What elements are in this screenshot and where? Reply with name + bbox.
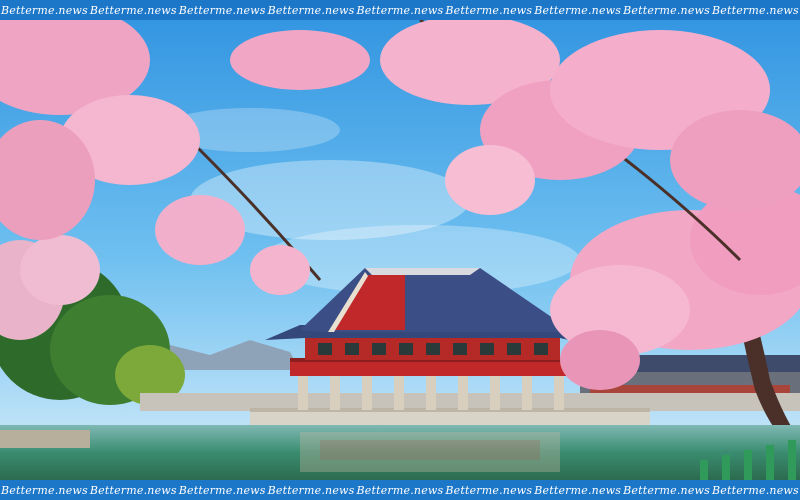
image-frame: Betterme.news Betterme.news Betterme.new… xyxy=(0,0,800,500)
watermark-text: Betterme.news xyxy=(711,3,799,17)
watermark-text: Betterme.news xyxy=(445,3,533,17)
watermark-text: Betterme.news xyxy=(89,483,177,497)
watermark-text: Betterme.news xyxy=(623,3,711,17)
watermark-text: Betterme.news xyxy=(623,483,711,497)
watermark-band-top: Betterme.news Betterme.news Betterme.new… xyxy=(0,0,800,20)
watermark-text: Betterme.news xyxy=(356,483,444,497)
watermark-text: Betterme.news xyxy=(0,483,88,497)
watermark-text: Betterme.news xyxy=(711,483,799,497)
watermark-text: Betterme.news xyxy=(356,3,444,17)
watermark-text: Betterme.news xyxy=(267,3,355,17)
watermark-band-bottom: Betterme.news Betterme.news Betterme.new… xyxy=(0,480,800,500)
watermark-text: Betterme.news xyxy=(89,3,177,17)
watermark-text: Betterme.news xyxy=(534,3,622,17)
watermark-text: Betterme.news xyxy=(178,3,266,17)
watermark-text: Betterme.news xyxy=(178,483,266,497)
watermark-text: Betterme.news xyxy=(534,483,622,497)
photo-scene xyxy=(0,0,800,480)
watermark-text: Betterme.news xyxy=(445,483,533,497)
watermark-text: Betterme.news xyxy=(267,483,355,497)
watermark-text: Betterme.news xyxy=(0,3,88,17)
